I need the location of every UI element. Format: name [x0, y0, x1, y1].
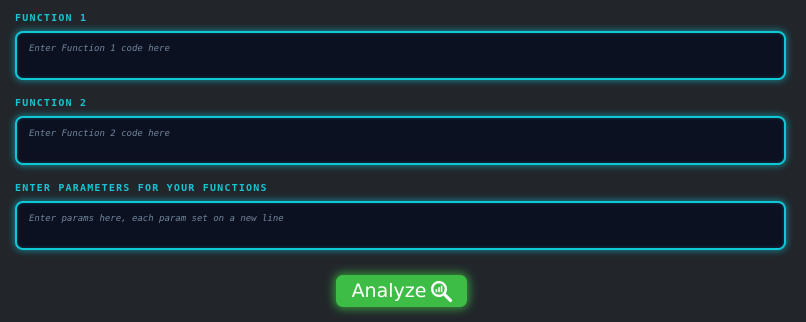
function-2-input[interactable]: [15, 116, 786, 165]
params-input[interactable]: [15, 201, 786, 250]
function-2-label: FUNCTION 2: [15, 98, 88, 109]
analyze-button[interactable]: Analyze: [336, 275, 467, 307]
magnifier-chart-icon: [429, 279, 453, 303]
params-label: ENTER PARAMETERS FOR YOUR FUNCTIONS: [15, 183, 268, 194]
analyze-button-label: Analyze: [351, 280, 427, 302]
function-1-label: FUNCTION 1: [15, 13, 88, 24]
function-1-input[interactable]: [15, 31, 786, 80]
